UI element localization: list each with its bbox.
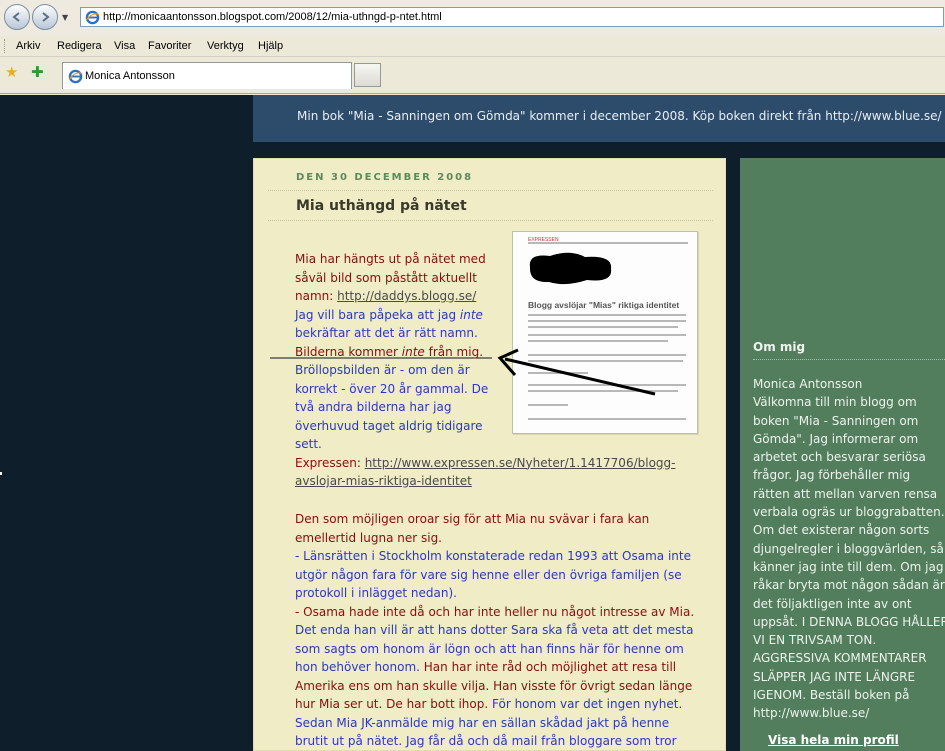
forward-arrow-icon [42,12,50,22]
text-line: bekräftar att det är rätt namn. [295,326,478,340]
clip-rule [528,242,688,244]
url-field[interactable]: http://monicaantonsson.blogspot.com/2008… [80,7,944,27]
post-date: DEN 30 DECEMBER 2008 [296,172,474,183]
text-line: såväl bild som påstått aktuellt [295,270,477,285]
emphasis: inte [401,344,425,359]
text-line: - Osama hade inte då och har inte heller… [295,604,695,619]
menu-hjalp[interactable]: Hjälp [258,40,283,52]
sidebar-line: arbetet och besvarar seriösa [753,450,926,465]
text-fragment: Expressen: [295,455,365,470]
sidebar-divider [753,359,945,360]
text-line: hon behöver honom. Han har inte råd och … [295,658,694,677]
text-line: Det enda han vill är att hans dotter Sar… [295,623,694,637]
add-favorite-icon[interactable]: ✚ [31,63,44,81]
sidebar-line: SLÄPPER JAG INTE LÄNGRE [753,669,916,684]
text-line: Jag vill bara påpeka att jag inte [295,306,675,325]
text-fragment: hur Mia ser ut. De har bott ihop. [295,697,492,711]
sidebar-about-text: Monica Antonsson Välkomna till min blogg… [753,375,945,723]
post-title[interactable]: Mia uthängd på nätet [296,198,467,214]
text-line: brutit ut på nätet. Jag får då och då ma… [295,734,677,748]
text-fragment: För honom var det ingen nyhet. [492,697,683,711]
expressen-link-cont[interactable]: avslojar-mias-riktiga-identitet [295,474,472,488]
sidebar-line: känner jag inte till dem. Om jag [753,559,944,574]
left-edge-mark [0,472,2,475]
text-fragment: Bilderna kommer [295,344,402,359]
sidebar-line: http://www.blue.se/ [753,706,870,721]
text-line: korrekt - över 20 år gammal. De [295,381,489,396]
text-line: Bröllopsbilden är - om den är [295,363,470,377]
sidebar-line: Monica Antonsson [753,377,863,391]
tab-title: Monica Antonsson [85,70,175,82]
post-paragraph-1: Mia har hängts ut på nätet med såväl bil… [295,250,675,491]
text-fragment: från mig. [424,344,484,359]
sidebar-line: uppsåt. I DENNA BLOGG HÅLLER [753,614,945,629]
view-profile-link[interactable]: Visa hela min profil [768,733,899,747]
sidebar-line: råkar bryta mot någon sådan är [753,578,945,593]
text-line: Bilderna kommer inte från mig. [295,343,675,362]
url-text: http://monicaantonsson.blogspot.com/2008… [103,11,442,23]
back-button[interactable] [4,4,30,30]
sidebar-line: Om det existerar någon sorts [753,523,930,538]
sidebar-line: frågor. Jag förbehåller mig [753,468,911,483]
text-line: Den som möjligen oroar sig för att Mia n… [295,512,650,526]
blog-header-text: Min bok "Mia - Sanningen om Gömda" komme… [297,109,942,123]
toolbar-grip [4,39,7,53]
menu-redigera[interactable]: Redigera [57,40,102,52]
sidebar-line: Gömda". Jag informerar om [753,431,919,446]
sidebar-line: det följaktligen inte av ont [753,596,912,611]
text-line: Mia har hängts ut på nätet med [295,252,486,266]
menu-verktyg[interactable]: Verktyg [207,40,244,52]
text-line: som sagts om honom är lögn och att han f… [295,641,684,656]
text-line: namn: http://daddys.blogg.se/ [295,287,675,306]
history-dropdown-icon[interactable]: ▼ [62,13,68,22]
title-divider [268,220,713,221]
text-line: Amerika ens om han skulle vilja. Han vis… [295,678,693,693]
expressen-link[interactable]: http://www.expressen.se/Nyheter/1.141770… [365,456,676,470]
tab-monica-antonsson[interactable]: Monica Antonsson [62,62,352,89]
sidebar-line: AGGRESSIVA KOMMENTARER [753,651,927,666]
text-line: - Länsrätten i Stockholm konstaterade re… [295,549,691,563]
sidebar-title: Om mig [753,340,806,354]
text-fragment: Jag vill bara påpeka att jag [295,307,460,322]
text-fragment: hon behöver honom. [295,660,424,674]
text-line: avslojar-mias-riktiga-identitet [295,472,675,491]
favorites-star-icon[interactable]: ★ [5,63,18,81]
sidebar-line: Välkomna till min blogg om [753,395,917,410]
new-tab-button[interactable] [354,63,381,87]
daddys-blog-link[interactable]: http://daddys.blogg.se/ [337,289,476,303]
text-line: utgör någon fara för vare sig henne elle… [295,567,682,582]
text-line: två andra bilderna har jag [295,400,452,414]
sidebar-line: djungelregler i bloggvärlden, så [753,541,944,556]
emphasis: inte [459,307,483,322]
sidebar-line: IGENOM. Beställ boken på [753,688,910,703]
text-line: Sedan Mia JK-anmälde mig har en sällan s… [295,715,670,730]
menu-arkiv[interactable]: Arkiv [16,40,40,52]
sidebar-line: boken "Mia - Sanningen om [753,413,919,428]
sidebar-line: verbala ogräs ur bloggrabatten. [753,505,945,520]
text-fragment: namn: [295,289,338,303]
back-arrow-icon [12,12,20,22]
menu-favoriter[interactable]: Favoriter [148,40,191,52]
sidebar-line: VI EN TRIVSAM TON. [753,633,877,648]
date-divider [268,190,713,191]
ie-tab-icon [68,69,83,84]
sidebar-line: rätten att mellan varven rensa [753,486,938,501]
text-line: överhuvud taget aldrig tidigare [295,418,483,433]
post-paragraph-2: Den som möjligen oroar sig för att Mia n… [295,510,694,751]
text-line: hur Mia ser ut. De har bott ihop. För ho… [295,695,694,714]
text-line: Expressen: http://www.expressen.se/Nyhet… [295,454,675,473]
menu-bar [0,36,945,57]
text-fragment: Han har inte råd och möjlighet att resa … [423,660,677,674]
menu-visa[interactable]: Visa [114,40,135,52]
forward-button[interactable] [32,4,58,30]
text-line: protokoll i inlägget nedan). [295,586,457,600]
ie-page-icon [85,10,100,25]
text-line: sett. [295,437,322,451]
text-line: emellertid lugna ner sig. [295,530,442,545]
